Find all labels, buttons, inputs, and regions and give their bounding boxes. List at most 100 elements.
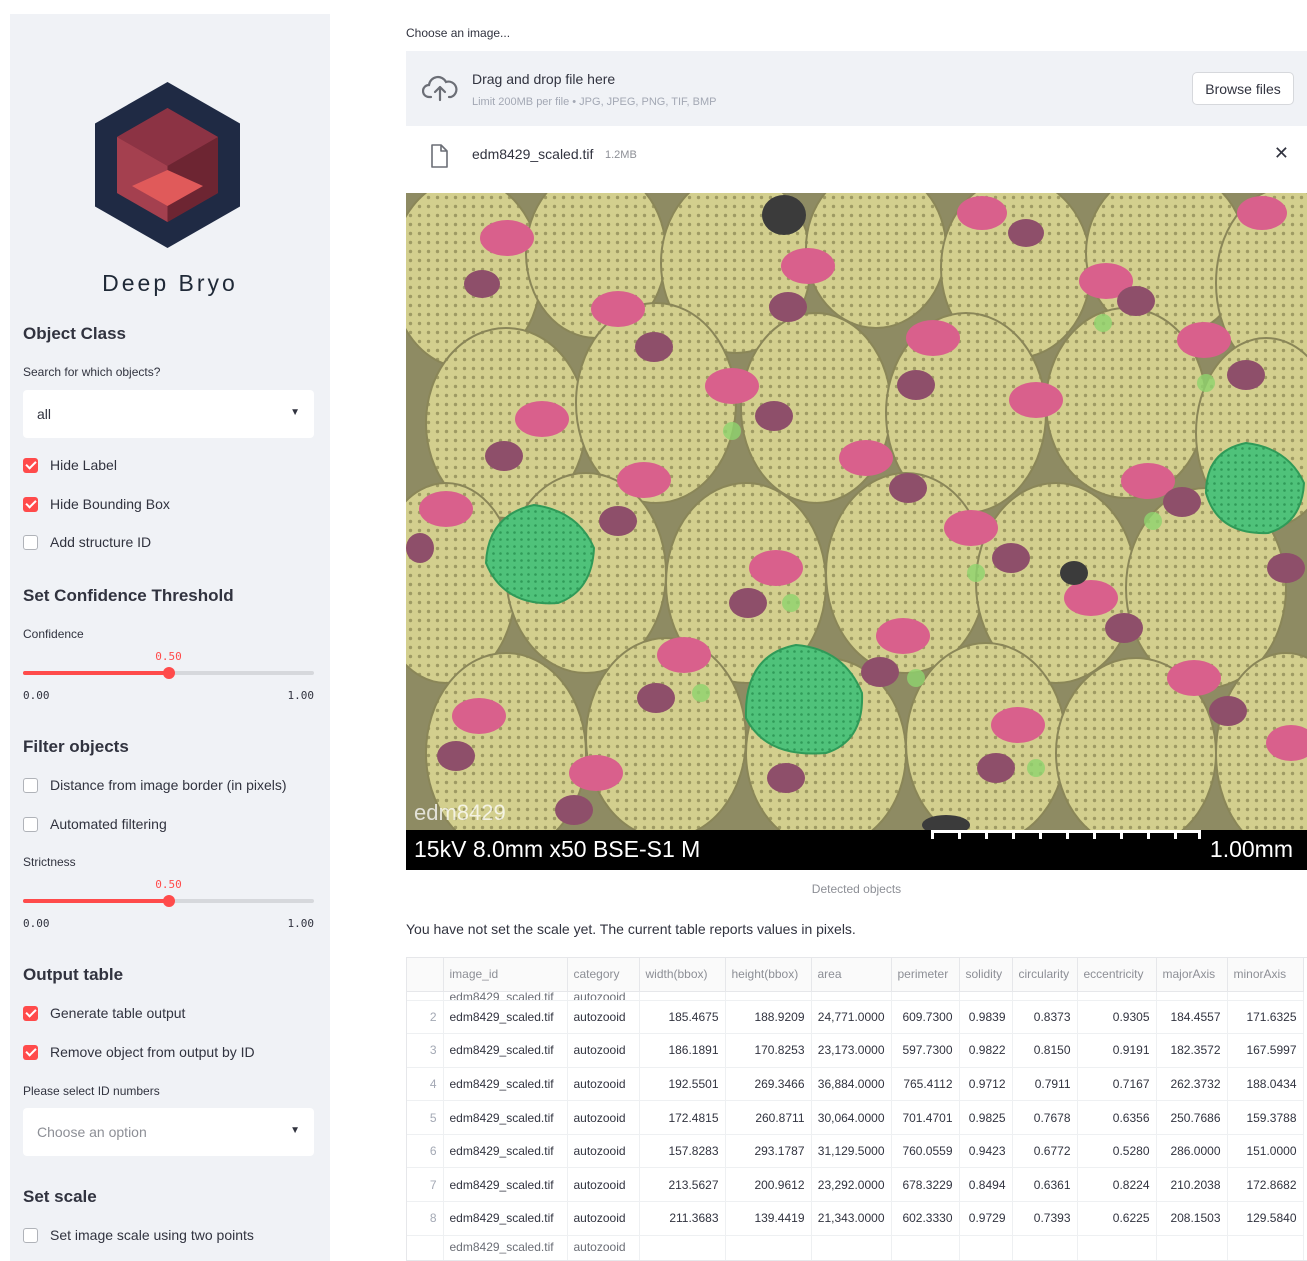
add-structure-id-checkbox[interactable]: Add structure ID xyxy=(23,531,151,553)
cell-index: 8 xyxy=(407,1201,444,1236)
column-header-area[interactable]: area xyxy=(811,958,892,992)
cloud-upload-icon xyxy=(422,75,458,102)
cell-area: 23,292.0000 xyxy=(811,1167,892,1203)
checkbox-unchecked-icon xyxy=(23,777,38,793)
generate-table-text: Generate table output xyxy=(50,1005,186,1021)
deep-bryo-logo xyxy=(95,82,240,248)
hide-bounding-box-text: Hide Bounding Box xyxy=(50,496,170,512)
slider-fill xyxy=(23,899,169,903)
remove-object-checkbox[interactable]: Remove object from output by ID xyxy=(23,1041,255,1063)
brand-name: Deep Bryo xyxy=(102,270,238,296)
column-header-solidity[interactable]: solidity xyxy=(959,958,1013,992)
cell-solidity: 0.9822 xyxy=(959,1033,1013,1068)
object-class-select[interactable]: all ▼ xyxy=(23,390,314,438)
cell-eccentricity: 0.9191 xyxy=(1077,1033,1157,1068)
sidebar: Deep Bryo Object Class Search for which … xyxy=(10,14,330,1261)
slider-thumb[interactable] xyxy=(162,895,175,907)
cell-circularity: 0.6772 xyxy=(1012,1134,1078,1169)
cell-solidity: 0.9729 xyxy=(959,1201,1013,1236)
automated-filtering-text: Automated filtering xyxy=(50,816,167,832)
column-header-width[interactable]: width(bbox) xyxy=(639,958,726,992)
confidence-max: 1.00 xyxy=(287,689,315,702)
cell-perimeter: 597.7300 xyxy=(891,1033,960,1068)
cell-major-axis: 208.1503 xyxy=(1156,1201,1228,1236)
cell-solidity: 0.9825 xyxy=(959,1100,1013,1135)
confidence-current-value: 0.50 xyxy=(155,650,182,663)
table-row[interactable]: 6 edm8429_scaled.tif autozooid 157.8283 293.… xyxy=(407,1134,1304,1169)
cell-index: 4 xyxy=(407,1067,444,1102)
column-header-eccentricity[interactable]: eccentricity xyxy=(1077,958,1157,992)
cell-width: 213.5627 xyxy=(639,1167,726,1203)
table-row[interactable]: 4 edm8429_scaled.tif autozooid 192.5501 269.… xyxy=(407,1067,1304,1102)
cell-image-id: edm8429_scaled.tif xyxy=(443,1000,568,1035)
checkbox-checked-icon xyxy=(23,1044,38,1060)
checkbox-checked-icon xyxy=(23,457,38,473)
cell-image-id: edm8429_scaled.tif xyxy=(443,1201,568,1236)
column-header-major-axis[interactable]: majorAxis xyxy=(1156,958,1228,992)
cell-width: 192.5501 xyxy=(639,1067,726,1102)
cell-minor-axis: 188.0434 xyxy=(1227,1067,1304,1102)
cell-index: 3 xyxy=(407,1033,444,1068)
column-header-perimeter[interactable]: perimeter xyxy=(891,958,960,992)
segmentation-overlay xyxy=(406,193,1307,854)
column-header-index[interactable] xyxy=(407,958,444,992)
border-distance-checkbox[interactable]: Distance from image border (in pixels) xyxy=(23,774,287,796)
column-header-image-id[interactable]: image_id xyxy=(443,958,568,992)
cell-major-axis: 210.2038 xyxy=(1156,1167,1228,1203)
checkbox-unchecked-icon xyxy=(23,534,38,550)
browse-files-button[interactable]: Browse files xyxy=(1192,72,1294,105)
cell-major-axis: 262.3732 xyxy=(1156,1067,1228,1102)
id-multiselect[interactable]: Choose an option ▼ xyxy=(23,1108,314,1156)
confidence-label: Confidence xyxy=(23,627,84,641)
cell-perimeter: 609.7300 xyxy=(891,1000,960,1035)
generate-table-checkbox[interactable]: Generate table output xyxy=(23,1002,185,1024)
slider-thumb[interactable] xyxy=(162,667,175,679)
cell-minor-axis: 172.8682 xyxy=(1227,1167,1304,1203)
cell-category: autozooid xyxy=(567,1067,640,1102)
uploaded-file-name: edm8429_scaled.tif xyxy=(472,146,594,162)
scale-bar-ticks xyxy=(931,830,1201,839)
column-header-minor-axis[interactable]: minorAxis xyxy=(1227,958,1304,992)
strictness-max: 1.00 xyxy=(287,917,315,930)
cell-eccentricity: 0.9305 xyxy=(1077,1000,1157,1035)
column-header-circularity[interactable]: circularity xyxy=(1012,958,1078,992)
cell-major-axis: 184.4557 xyxy=(1156,1000,1228,1035)
file-dropzone[interactable]: Drag and drop file here Limit 200MB per … xyxy=(406,51,1307,126)
hide-label-checkbox[interactable]: Hide Label xyxy=(23,454,117,476)
table-row[interactable]: 3 edm8429_scaled.tif autozooid 186.1891 170.… xyxy=(407,1033,1304,1068)
automated-filtering-checkbox[interactable]: Automated filtering xyxy=(23,813,167,835)
slider-fill xyxy=(23,671,169,675)
scale-warning: You have not set the scale yet. The curr… xyxy=(406,921,856,937)
checkbox-checked-icon xyxy=(23,496,38,512)
table-row[interactable]: 5 edm8429_scaled.tif autozooid 172.4815 260.… xyxy=(407,1100,1304,1135)
column-header-category[interactable]: category xyxy=(567,958,640,992)
table-row[interactable]: 8 edm8429_scaled.tif autozooid 211.3683 139.… xyxy=(407,1201,1304,1236)
strictness-current-value: 0.50 xyxy=(155,878,182,891)
table-row[interactable]: 2 edm8429_scaled.tif autozooid 185.4675 188.… xyxy=(407,1000,1304,1035)
hide-label-text: Hide Label xyxy=(50,457,117,473)
id-multiselect-placeholder: Choose an option xyxy=(37,1124,147,1140)
cell-minor-axis: 151.0000 xyxy=(1227,1134,1304,1169)
confidence-heading: Set Confidence Threshold xyxy=(23,586,234,605)
table-row[interactable]: 7 edm8429_scaled.tif autozooid 213.5627 200.… xyxy=(407,1167,1304,1203)
confidence-slider[interactable]: 0.50 0.00 1.00 xyxy=(23,650,314,710)
cell-height: 170.8253 xyxy=(725,1033,812,1068)
chevron-down-icon: ▼ xyxy=(290,1125,300,1136)
table-row-partial: edm8429_scaled.tif autozooid xyxy=(407,1235,1304,1260)
two-point-scale-checkbox[interactable]: Set image scale using two points xyxy=(23,1224,254,1246)
cell-major-axis: 250.7686 xyxy=(1156,1100,1228,1135)
close-icon[interactable]: ✕ xyxy=(1274,143,1289,164)
table-header-row: image_id category width(bbox) height(bbo… xyxy=(407,958,1304,992)
results-table[interactable]: image_id category width(bbox) height(bbo… xyxy=(406,957,1307,1261)
strictness-slider[interactable]: 0.50 0.00 1.00 xyxy=(23,878,314,938)
cell-minor-axis: 167.5997 xyxy=(1227,1033,1304,1068)
cell-eccentricity: 0.8224 xyxy=(1077,1167,1157,1203)
cell-perimeter: 701.4701 xyxy=(891,1100,960,1135)
hide-bounding-box-checkbox[interactable]: Hide Bounding Box xyxy=(23,493,170,515)
cell-major-axis: 182.3572 xyxy=(1156,1033,1228,1068)
chevron-down-icon: ▼ xyxy=(290,407,300,418)
column-header-height[interactable]: height(bbox) xyxy=(725,958,812,992)
dropzone-title: Drag and drop file here xyxy=(472,71,616,87)
cell-height: 188.9209 xyxy=(725,1000,812,1035)
cell-height: 139.4419 xyxy=(725,1201,812,1236)
